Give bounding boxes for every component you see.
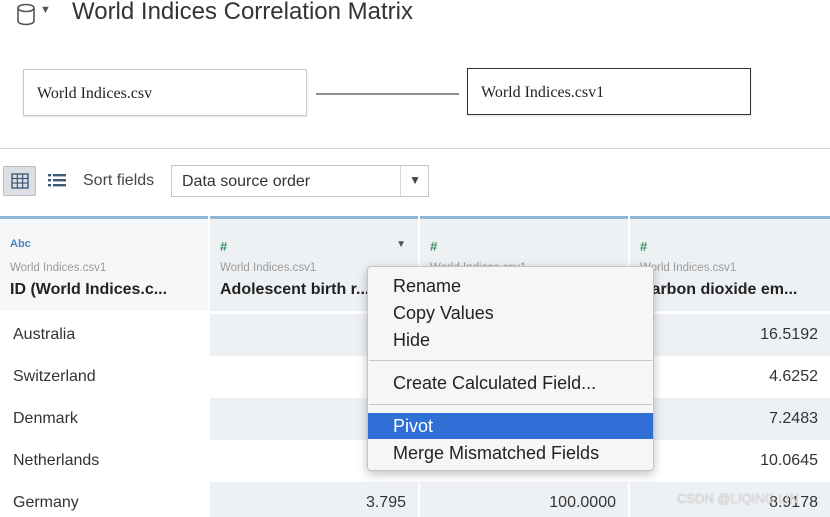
column-header-id[interactable]: Abc World Indices.csv1 ID (World Indices… (0, 216, 208, 311)
menu-item-copy-values[interactable]: Copy Values (368, 300, 653, 326)
grid-view-button[interactable] (3, 166, 36, 196)
menu-item-rename[interactable]: Rename (368, 273, 653, 299)
column-source: World Indices.csv1 (10, 262, 107, 274)
column-source: World Indices.csv1 (640, 262, 737, 274)
join-connector (316, 93, 459, 95)
country-cell[interactable]: Denmark (0, 398, 208, 440)
menu-separator (369, 404, 652, 405)
number-type-icon[interactable]: # (220, 239, 227, 254)
menu-separator (369, 360, 652, 361)
select-divider (400, 166, 401, 196)
value-cell[interactable]: 10.0645 (630, 440, 830, 482)
column-menu-icon[interactable]: ▼ (396, 239, 406, 250)
country-cell[interactable]: Germany (0, 482, 208, 517)
string-type-icon[interactable]: Abc (10, 238, 31, 250)
context-menu: Rename Copy Values Hide Create Calculate… (367, 266, 654, 471)
list-icon[interactable] (46, 169, 68, 193)
sort-fields-label: Sort fields (83, 172, 155, 189)
database-icon[interactable] (14, 2, 38, 28)
menu-item-merge-mismatched-fields[interactable]: Merge Mismatched Fields (368, 440, 653, 466)
sort-select-value: Data source order (182, 173, 311, 190)
value-cell[interactable]: 16.5192 (630, 314, 830, 356)
menu-item-pivot[interactable]: Pivot (368, 413, 653, 439)
column-source: World Indices.csv1 (220, 262, 317, 274)
menu-item-create-calculated-field[interactable]: Create Calculated Field... (368, 370, 653, 396)
table-box-left[interactable]: World Indices.csv (23, 69, 307, 116)
grid-icon (11, 173, 29, 189)
column-divider (208, 216, 210, 517)
value-cell[interactable]: 100.0000 (420, 482, 628, 517)
number-type-icon[interactable]: # (430, 239, 437, 254)
number-type-icon[interactable]: # (640, 239, 647, 254)
column-name: Adolescent birth r... (220, 281, 370, 298)
value-cell[interactable]: 4.6252 (630, 356, 830, 398)
toolbar-divider (0, 148, 830, 149)
country-cell[interactable]: Netherlands (0, 440, 208, 482)
page-title: World Indices Correlation Matrix (72, 0, 414, 25)
value-cell[interactable]: 7.2483 (630, 398, 830, 440)
sort-fields-select[interactable]: Data source order ▼ (171, 165, 429, 197)
column-name: Carbon dioxide em... (640, 281, 798, 298)
value-cell[interactable]: 3.795 (210, 482, 418, 517)
chevron-down-icon[interactable]: ▼ (409, 173, 421, 187)
table-box-right[interactable]: World Indices.csv1 (467, 68, 751, 115)
chevron-down-icon[interactable]: ▼ (40, 4, 51, 16)
watermark: CSDN @LIQING LIN (677, 491, 799, 506)
menu-item-hide[interactable]: Hide (368, 327, 653, 353)
country-cell[interactable]: Switzerland (0, 356, 208, 398)
column-header-carbon-dioxide[interactable]: # World Indices.csv1 Carbon dioxide em..… (630, 216, 830, 311)
country-cell[interactable]: Australia (0, 314, 208, 356)
column-name: ID (World Indices.c... (10, 281, 168, 298)
